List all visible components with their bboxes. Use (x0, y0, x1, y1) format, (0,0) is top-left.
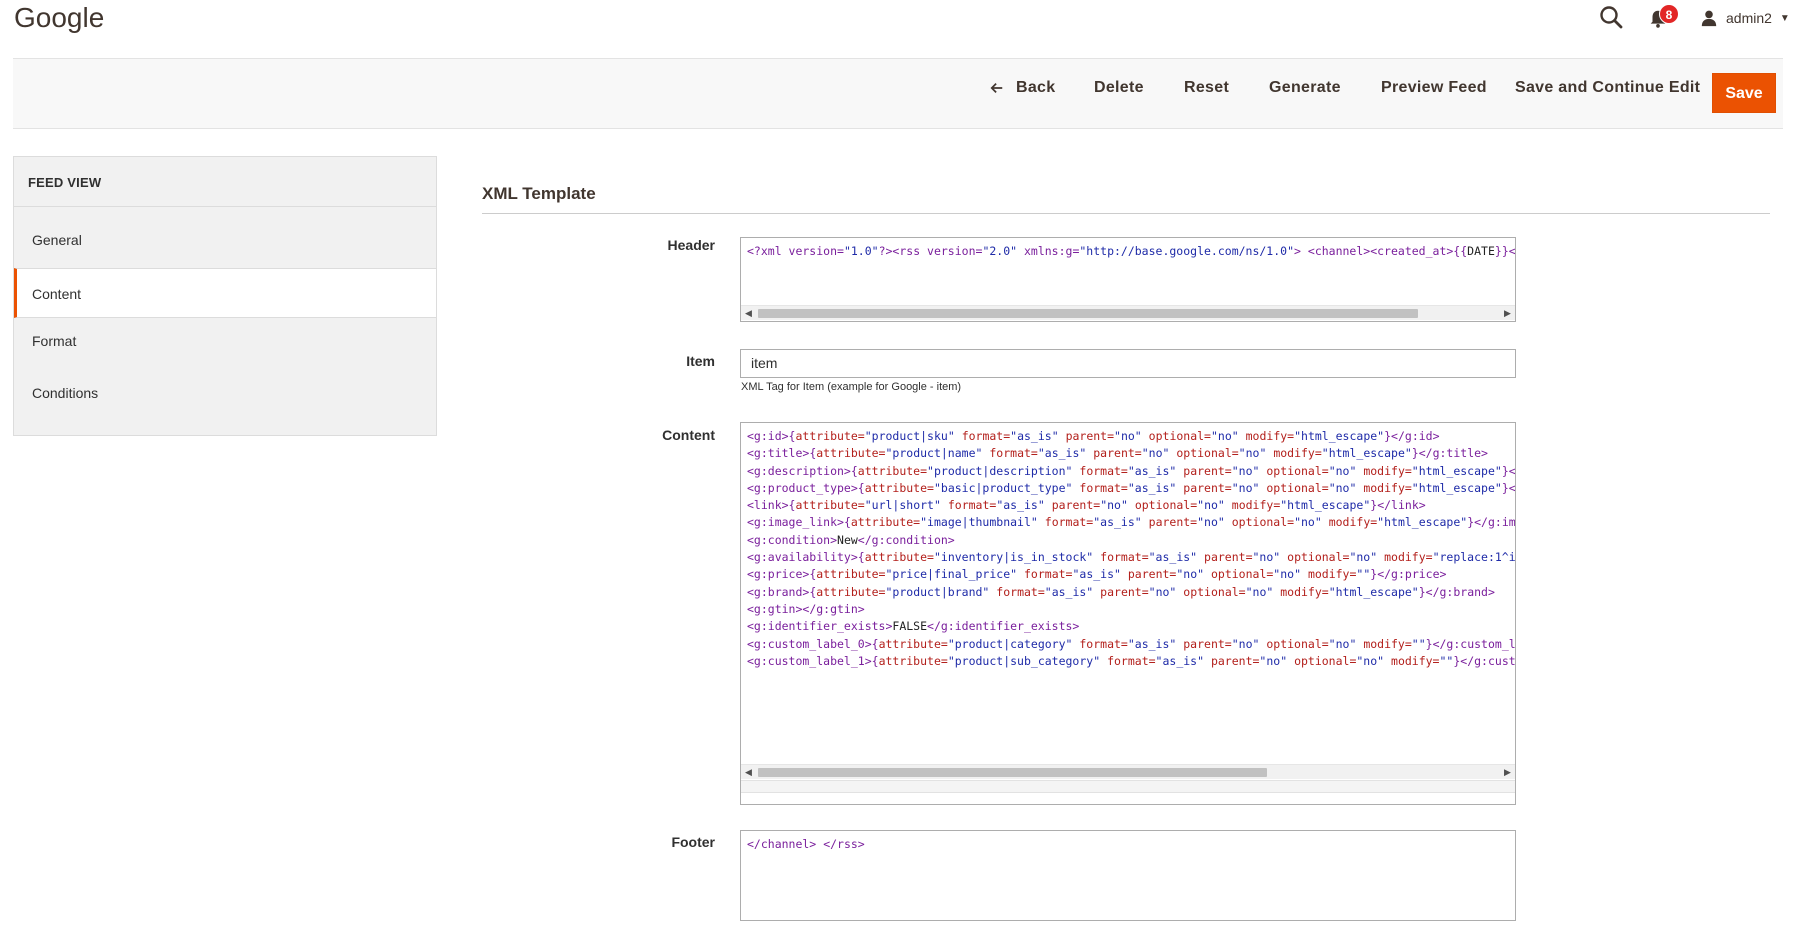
arrow-left-icon (990, 83, 1003, 93)
user-icon (1701, 10, 1717, 27)
delete-button[interactable]: Delete (1094, 79, 1144, 97)
search-icon[interactable] (1598, 4, 1626, 32)
save-and-continue-button[interactable]: Save and Continue Edit (1515, 79, 1700, 97)
footer-label: Footer (671, 834, 715, 850)
code-line: <?xml version="1.0"?><rss version="2.0" … (747, 244, 1516, 258)
feed-view-sidebar: FEED VIEW General Content Format Conditi… (13, 156, 437, 436)
code-line: <g:identifier_exists>FALSE</g:identifier… (747, 619, 1080, 634)
footer-editor[interactable]: </channel> </rss> (740, 830, 1516, 921)
code-line: <g:price>{attribute="price|final_price" … (747, 567, 1447, 582)
user-menu[interactable]: admin2 ▼ (1700, 6, 1790, 30)
scroll-left-icon[interactable]: ◀ (741, 765, 756, 780)
code-line: <g:id>{attribute="product|sku" format="a… (747, 429, 1440, 443)
scroll-thumb[interactable] (758, 768, 1267, 777)
content-label: Content (662, 427, 715, 443)
content-code: <g:id>{attribute="product|sku" format="a… (747, 428, 1516, 670)
code-line: <g:gtin></g:gtin> (747, 601, 865, 616)
back-button-label: Back (1016, 79, 1056, 96)
scroll-left-icon[interactable]: ◀ (741, 306, 756, 321)
editor-resize-handle[interactable] (741, 780, 1515, 793)
sidebar-title: FEED VIEW (28, 175, 102, 190)
preview-feed-button[interactable]: Preview Feed (1381, 79, 1487, 97)
generate-button[interactable]: Generate (1269, 79, 1341, 97)
footer-code: </channel> </rss> (747, 836, 865, 853)
section-divider (482, 213, 1770, 214)
page-title: Google (14, 2, 105, 33)
page-actions-bar: Back Delete Reset Generate Preview Feed … (13, 58, 1783, 129)
code-line: <link>{attribute="url|short" format="as_… (747, 498, 1426, 513)
user-name: admin2 (1726, 10, 1772, 26)
notifications-badge: 8 (1659, 4, 1679, 24)
code-line: <g:product_type>{attribute="basic|produc… (747, 480, 1516, 495)
header-scrollbar[interactable]: ◀ ▶ (741, 305, 1515, 320)
header-editor[interactable]: <?xml version="1.0"?><rss version="2.0" … (740, 237, 1516, 322)
item-label: Item (686, 353, 715, 369)
sidebar-item-general[interactable]: General (14, 217, 436, 263)
scroll-right-icon[interactable]: ▶ (1500, 765, 1515, 780)
code-line: </channel> </rss> (747, 837, 865, 851)
item-tag-input[interactable]: item (740, 349, 1516, 378)
code-line: <g:custom_label_1>{attribute="product|su… (747, 653, 1516, 668)
sidebar-divider (14, 206, 436, 207)
code-line: <g:availability>{attribute="inventory|is… (747, 550, 1516, 565)
code-line: <g:title>{attribute="product|name" forma… (747, 446, 1488, 461)
code-line: <g:description>{attribute="product|descr… (747, 463, 1516, 478)
content-editor[interactable]: <g:id>{attribute="product|sku" format="a… (740, 422, 1516, 805)
code-line: <g:custom_label_0>{attribute="product|ca… (747, 636, 1516, 651)
header-code: <?xml version="1.0"?><rss version="2.0" … (747, 243, 1516, 260)
scroll-right-icon[interactable]: ▶ (1500, 306, 1515, 321)
code-line: <g:image_link>{attribute="image|thumbnai… (747, 515, 1516, 530)
sidebar-item-conditions[interactable]: Conditions (14, 370, 436, 416)
header-label: Header (667, 237, 715, 253)
notifications-button[interactable]: 8 (1647, 4, 1687, 34)
item-tag-note: XML Tag for Item (example for Google - i… (741, 381, 962, 393)
content-scrollbar[interactable]: ◀ ▶ (741, 764, 1515, 779)
save-button[interactable]: Save (1712, 73, 1776, 113)
section-title: XML Template (482, 184, 596, 203)
sidebar-item-content[interactable]: Content (14, 268, 436, 318)
chevron-down-icon: ▼ (1779, 12, 1790, 24)
back-button[interactable]: Back (990, 79, 1055, 97)
code-line: <g:condition>New</g:condition> (747, 532, 955, 547)
reset-button[interactable]: Reset (1184, 79, 1229, 97)
scroll-thumb[interactable] (758, 309, 1418, 318)
code-line: <g:brand>{attribute="product|brand" form… (747, 584, 1495, 599)
sidebar-item-format[interactable]: Format (14, 318, 436, 364)
